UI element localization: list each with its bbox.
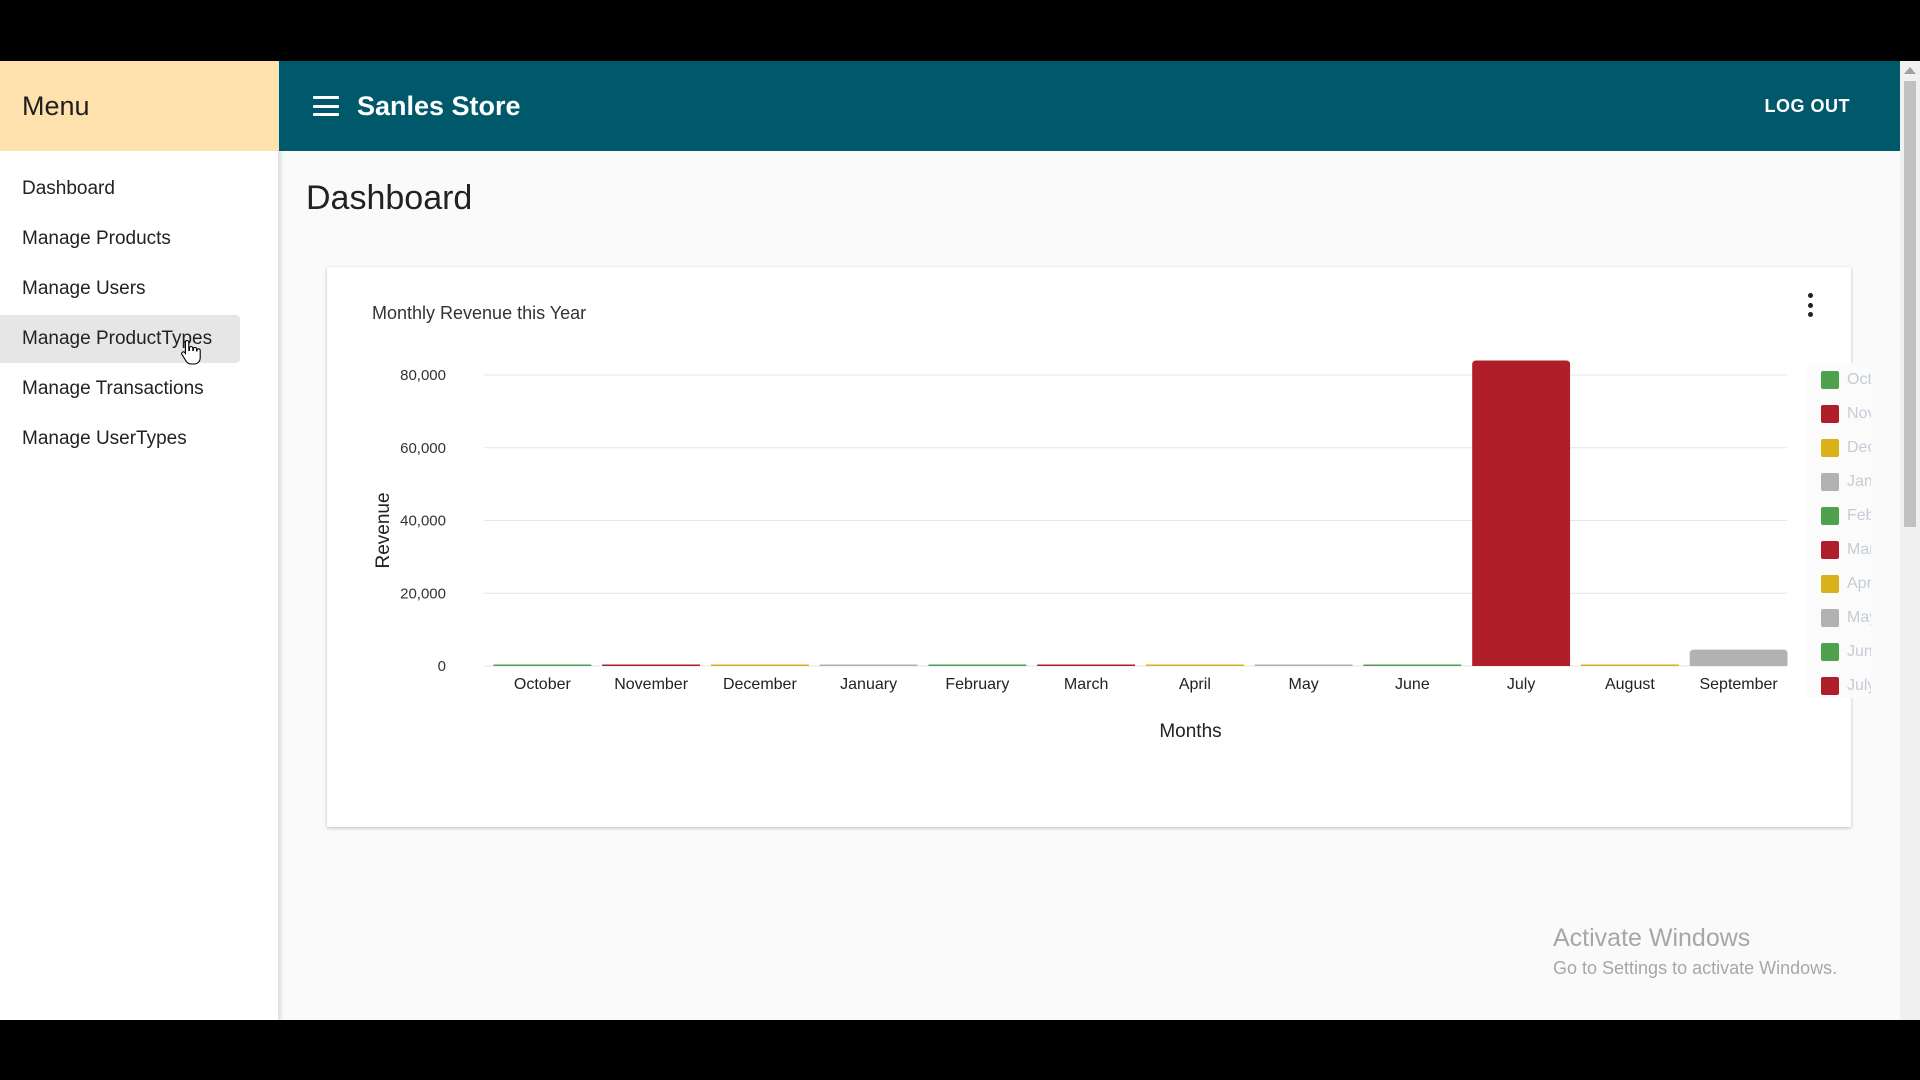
legend-swatch xyxy=(1821,575,1839,593)
legend-swatch xyxy=(1821,643,1839,661)
chart-y-tick-label: 60,000 xyxy=(400,440,446,457)
legend-swatch xyxy=(1821,439,1839,457)
hand-pointer-cursor-icon xyxy=(181,339,201,365)
legend-swatch xyxy=(1821,677,1839,695)
scrollbar-thumb[interactable] xyxy=(1904,81,1916,527)
chart-x-tick-label: October xyxy=(514,676,572,693)
sidebar-item-manage-products[interactable]: Manage Products xyxy=(0,215,240,263)
chart-x-tick-label: May xyxy=(1289,676,1319,693)
chart-card-title: Monthly Revenue this Year xyxy=(372,303,587,323)
legend-label: Apr xyxy=(1847,575,1871,592)
chart-y-tick-label: 40,000 xyxy=(400,513,446,530)
chart-legend-item[interactable]: May xyxy=(1807,601,1871,635)
chart-x-tick-label: January xyxy=(840,676,897,693)
page-title: Dashboard xyxy=(306,179,473,217)
sidebar-item-dashboard[interactable]: Dashboard xyxy=(0,165,240,213)
chart-y-tick-label: 80,000 xyxy=(400,367,446,384)
chart-legend-item[interactable]: Nov xyxy=(1807,397,1871,431)
legend-label: Nov xyxy=(1847,405,1871,422)
chart-x-tick-label: November xyxy=(614,676,688,693)
legend-swatch xyxy=(1821,371,1839,389)
chart-legend-item[interactable]: Octo xyxy=(1807,363,1871,397)
chart-x-axis-label: Months xyxy=(1159,721,1221,742)
chart-bar xyxy=(1254,664,1353,666)
chart-y-tick-label: 0 xyxy=(438,658,446,675)
hamburger-menu-icon[interactable] xyxy=(313,96,339,116)
chart-x-tick-label: December xyxy=(723,676,797,693)
chart-bar xyxy=(493,664,592,666)
revenue-chart-card: 0 20,000 40,000 60,000 80,000 October November… xyxy=(327,267,1871,827)
chart-legend-item[interactable]: Jun xyxy=(1807,635,1871,669)
chart-legend-item[interactable]: Mar xyxy=(1807,533,1871,567)
chart-bar xyxy=(1580,664,1679,666)
sidebar-item-manage-users[interactable]: Manage Users xyxy=(0,265,240,313)
chart-x-tick-label: March xyxy=(1064,676,1108,693)
chart-bar xyxy=(819,664,918,666)
chart-x-tick-label: April xyxy=(1179,676,1211,693)
legend-label: Dec xyxy=(1847,439,1871,456)
legend-label: July xyxy=(1847,677,1871,694)
logout-button[interactable]: LOG OUT xyxy=(1759,95,1857,118)
chart-bar xyxy=(1472,360,1571,666)
legend-label: Octo xyxy=(1847,371,1871,388)
legend-label: Feb xyxy=(1847,507,1871,524)
app-window: Menu Dashboard Manage Products Manage Us… xyxy=(0,61,1920,1020)
sidebar-header: Menu xyxy=(0,61,278,151)
chart-bar xyxy=(1037,664,1136,666)
chart-legend-item[interactable]: Jan xyxy=(1807,465,1871,499)
chart-legend-item[interactable]: Apr xyxy=(1807,567,1871,601)
chart-legend: Octo Nov Dec Jan Feb Mar Apr May Jun July xyxy=(1807,363,1871,698)
chart-bar xyxy=(1145,664,1244,666)
chart-y-tick-label: 20,000 xyxy=(400,585,446,602)
legend-swatch xyxy=(1821,507,1839,525)
sidebar-title: Menu xyxy=(22,90,90,121)
legend-label: May xyxy=(1847,609,1871,626)
windows-activation-watermark: Activate Windows Go to Settings to activ… xyxy=(1553,924,1837,979)
sidebar: Menu Dashboard Manage Products Manage Us… xyxy=(0,61,279,1020)
sidebar-item-manage-usertypes[interactable]: Manage UserTypes xyxy=(0,415,240,463)
app-bar: Sanles Store LOG OUT xyxy=(279,61,1900,151)
legend-swatch xyxy=(1821,405,1839,423)
chart-bar xyxy=(928,664,1027,666)
chart-bar xyxy=(602,664,701,666)
sidebar-item-manage-transactions[interactable]: Manage Transactions xyxy=(0,365,240,413)
scroll-up-arrow-icon[interactable] xyxy=(1904,67,1916,74)
legend-swatch xyxy=(1821,541,1839,559)
chart-legend-item[interactable]: July xyxy=(1807,669,1871,698)
chart-x-tick-label: June xyxy=(1395,676,1430,693)
chart-bar xyxy=(1363,664,1462,666)
app-title: Sanles Store xyxy=(357,90,521,121)
legend-label: Jun xyxy=(1847,643,1871,660)
legend-swatch xyxy=(1821,609,1839,627)
chart-x-tick-label: September xyxy=(1699,676,1778,693)
chart-y-axis-label: Revenue xyxy=(373,492,394,568)
more-vert-icon[interactable] xyxy=(1805,293,1815,317)
legend-swatch xyxy=(1821,473,1839,491)
watermark-title: Activate Windows xyxy=(1553,924,1751,952)
watermark-subtitle: Go to Settings to activate Windows. xyxy=(1553,958,1838,978)
chart-legend-item[interactable]: Feb xyxy=(1807,499,1871,533)
chart-legend-item[interactable]: Dec xyxy=(1807,431,1871,465)
chart-x-tick-label: February xyxy=(945,676,1009,693)
revenue-bar-chart: 0 20,000 40,000 60,000 80,000 October November… xyxy=(373,360,1788,742)
legend-label: Mar xyxy=(1847,541,1871,558)
chart-x-tick-label: July xyxy=(1507,676,1535,693)
sidebar-nav: Dashboard Manage Products Manage Users M… xyxy=(0,151,278,463)
legend-label: Jan xyxy=(1847,473,1871,490)
chart-x-tick-label: August xyxy=(1605,676,1655,693)
sidebar-item-manage-producttypes[interactable]: Manage ProductTypes xyxy=(0,315,240,363)
chart-bar xyxy=(1689,649,1788,666)
chart-bar xyxy=(710,664,809,666)
vertical-scrollbar[interactable] xyxy=(1900,61,1920,1020)
